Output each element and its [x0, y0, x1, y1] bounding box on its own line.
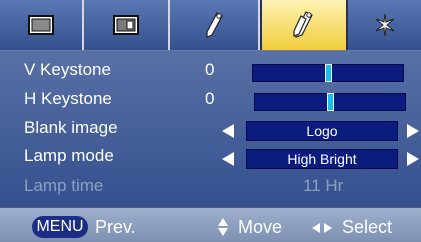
- move-hint: Move: [238, 217, 283, 237]
- menu-row-v-keystone[interactable]: V Keystone 0: [0, 57, 421, 83]
- blank-image-value: Logo: [246, 121, 398, 141]
- tab-screen[interactable]: [84, 0, 170, 50]
- star-icon: [375, 13, 394, 37]
- option-menu: V Keystone 0 H Keystone 0 Blank image Lo…: [0, 51, 421, 207]
- arrow-left-icon[interactable]: [222, 124, 234, 138]
- v-keystone-slider[interactable]: [252, 64, 404, 82]
- tab-tool[interactable]: [170, 0, 260, 50]
- tab-option-active[interactable]: [260, 0, 348, 50]
- menu-row-lamp-time: Lamp time 11 Hr: [0, 173, 421, 199]
- arrow-right-icon[interactable]: [407, 152, 419, 166]
- hand-tool-icon: [206, 12, 223, 38]
- blank-image-label: Blank image: [24, 118, 118, 137]
- lamp-time-value: 11 Hr: [303, 176, 344, 195]
- lamp-time-label: Lamp time: [24, 176, 104, 195]
- menu-tab-bar: [0, 0, 421, 50]
- prev-hint: Prev.: [95, 217, 136, 237]
- arrow-left-icon[interactable]: [222, 152, 234, 166]
- blank-image-selector[interactable]: Logo: [222, 120, 421, 142]
- arrow-right-icon[interactable]: [407, 124, 419, 138]
- up-down-arrows-icon: [218, 217, 228, 239]
- menu-row-h-keystone[interactable]: H Keystone 0: [0, 86, 421, 112]
- h-keystone-slider[interactable]: [254, 93, 406, 111]
- picture-icon: [28, 15, 54, 35]
- menu-key-badge: MENU: [32, 216, 88, 238]
- left-right-arrows-icon: [312, 223, 334, 233]
- key-hint-bar: MENU Prev. Move Select: [0, 207, 421, 242]
- select-hint: Select: [342, 217, 393, 237]
- projector-osd: V Keystone 0 H Keystone 0 Blank image Lo…: [0, 0, 421, 242]
- v-keystone-slider-thumb[interactable]: [325, 64, 332, 82]
- menu-row-blank-image[interactable]: Blank image Logo: [0, 115, 421, 141]
- v-keystone-value: 0: [205, 60, 215, 79]
- screen-icon: [113, 15, 139, 35]
- h-keystone-slider-thumb[interactable]: [327, 93, 334, 111]
- hands-tool-icon: [293, 11, 313, 38]
- tab-picture[interactable]: [0, 0, 84, 50]
- lamp-mode-selector[interactable]: High Bright: [222, 148, 421, 170]
- menu-row-lamp-mode[interactable]: Lamp mode High Bright: [0, 143, 421, 169]
- tab-extra[interactable]: [348, 0, 421, 50]
- h-keystone-value: 0: [205, 89, 215, 108]
- lamp-mode-value: High Bright: [246, 149, 398, 169]
- h-keystone-label: H Keystone: [24, 89, 112, 108]
- lamp-mode-label: Lamp mode: [24, 146, 114, 165]
- v-keystone-label: V Keystone: [24, 60, 111, 79]
